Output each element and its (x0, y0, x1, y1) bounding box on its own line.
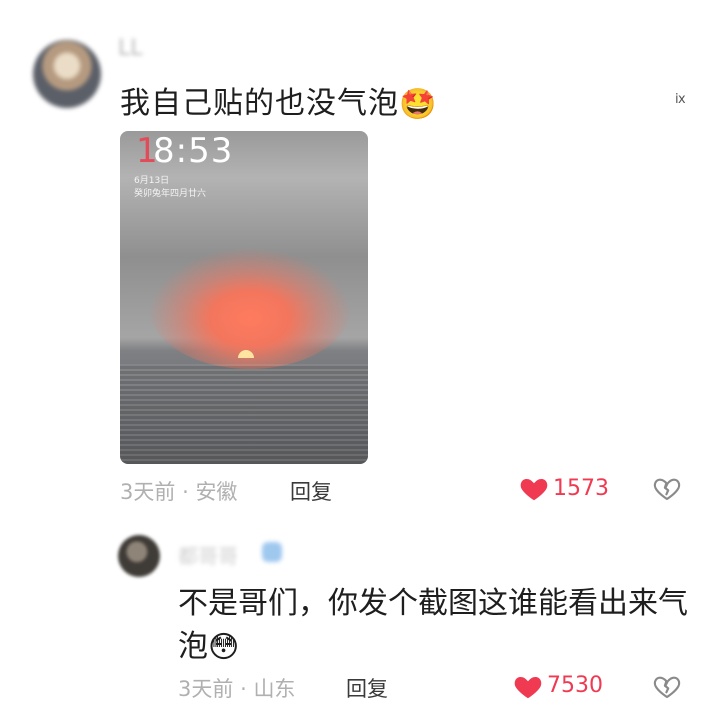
avatar[interactable] (33, 40, 101, 108)
flushed-emoji: 😳 (208, 629, 240, 665)
time-ago: 3天前 (120, 480, 176, 504)
comment-meta: 3天前 · 安徽 (120, 476, 237, 506)
lock-date: 6月13日 (134, 176, 170, 186)
avatar[interactable] (118, 535, 160, 577)
heart-icon[interactable] (513, 672, 543, 702)
like-count: 7530 (547, 673, 603, 698)
heart-icon[interactable] (519, 474, 549, 504)
username[interactable]: LL (118, 36, 143, 61)
comment-image[interactable]: 1 8:53 6月13日 癸卯兔年四月廿六 (120, 131, 368, 464)
comment-meta: 3天前 · 山东 (178, 673, 295, 703)
reply-button[interactable]: 回复 (346, 673, 388, 703)
time-ago: 3天前 (178, 677, 234, 701)
reply-button[interactable]: 回复 (290, 476, 332, 506)
meta-separator: · (182, 480, 189, 504)
comment-text: 我自己贴的也没气泡🤩 (120, 86, 438, 122)
lock-time: 8:53 (153, 131, 234, 171)
username[interactable]: 都哥哥 (178, 540, 238, 569)
corner-mark: ⅸ (675, 92, 686, 107)
comment-text-line: 泡😳 (178, 629, 240, 665)
broken-heart-icon[interactable] (652, 474, 682, 504)
user-badge-icon (262, 542, 282, 562)
sea-surface (120, 364, 368, 464)
comment-text-line: 不是哥们，你发个截图这谁能看出来气 (178, 586, 688, 621)
location: 安徽 (195, 480, 238, 504)
star-struck-emoji: 🤩 (399, 86, 438, 122)
meta-separator: · (240, 677, 247, 701)
lock-lunar-date: 癸卯兔年四月廿六 (134, 189, 207, 199)
like-count: 1573 (553, 476, 609, 501)
location: 山东 (253, 677, 296, 701)
broken-heart-icon[interactable] (652, 672, 682, 702)
